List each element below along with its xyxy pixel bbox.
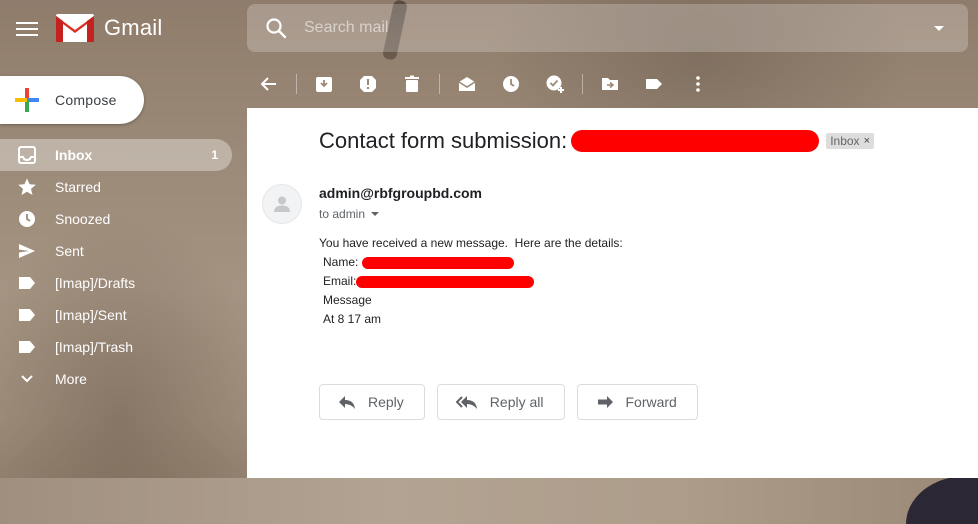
sidebar-nav: Inbox 1 Starred Snoozed Sent [Imap]/Draf… (0, 139, 232, 395)
reply-all-icon (455, 396, 477, 409)
gmail-m-icon (56, 14, 94, 42)
sidebar-item-sent[interactable]: Sent (0, 235, 232, 267)
message-subject: Contact form submission: (319, 128, 568, 153)
sidebar-item-label: Inbox (55, 147, 93, 163)
add-task-icon (546, 75, 564, 93)
forward-label: Forward (625, 394, 677, 410)
more-options-button[interactable] (676, 66, 720, 102)
send-icon (19, 244, 35, 258)
snooze-button[interactable] (489, 66, 533, 102)
search-options-caret-icon[interactable] (934, 25, 944, 31)
report-spam-button[interactable] (346, 66, 390, 102)
label-icon (19, 277, 35, 289)
delete-button[interactable] (390, 66, 434, 102)
reply-icon (339, 396, 355, 409)
forward-button[interactable]: Forward (576, 384, 698, 420)
gmail-logo[interactable]: Gmail (56, 14, 162, 42)
search-icon[interactable] (264, 16, 288, 40)
body-time-line: At 8 17 am (323, 312, 382, 326)
reply-label: Reply (368, 394, 404, 410)
redaction-mark (361, 256, 514, 269)
toolbar-divider (439, 74, 440, 94)
labels-button[interactable] (632, 66, 676, 102)
redaction-mark (571, 130, 820, 152)
search-bar[interactable] (247, 4, 968, 52)
move-to-icon (602, 78, 618, 90)
reply-all-label: Reply all (489, 394, 544, 410)
sidebar-item-imap-sent[interactable]: [Imap]/Sent (0, 299, 232, 331)
archive-button[interactable] (302, 66, 346, 102)
mark-unread-icon (458, 77, 476, 91)
main-menu-icon[interactable] (16, 18, 38, 38)
star-icon (18, 178, 36, 195)
plus-icon (15, 88, 39, 112)
sidebar-item-label: More (55, 371, 87, 387)
sidebar-item-label: Starred (55, 179, 101, 195)
inbox-label-chip[interactable]: Inbox × (826, 133, 874, 149)
sidebar-item-starred[interactable]: Starred (0, 171, 232, 203)
label-chip-text: Inbox (830, 134, 860, 148)
back-button[interactable] (247, 66, 291, 102)
redaction-mark (356, 275, 535, 288)
more-vert-icon (696, 76, 700, 92)
email-label: Email: (323, 274, 357, 288)
compose-button[interactable]: Compose (0, 76, 144, 124)
message-body: You have received a new message. Here ar… (319, 234, 623, 329)
background-strip (0, 478, 978, 524)
label-icon (19, 341, 35, 353)
add-task-button[interactable] (533, 66, 577, 102)
unread-count: 1 (211, 148, 218, 162)
sidebar-item-imap-trash[interactable]: [Imap]/Trash (0, 331, 232, 363)
sender-address: admin@rbfgroupbd.com (319, 185, 482, 201)
inbox-icon (18, 146, 36, 164)
label-icon (19, 309, 35, 321)
snooze-icon (503, 76, 519, 92)
app-name: Gmail (104, 15, 163, 40)
sidebar-item-label: [Imap]/Drafts (55, 275, 136, 291)
recipient-details-toggle[interactable]: to admin (319, 207, 380, 221)
forward-icon (597, 396, 613, 408)
caret-down-icon (371, 212, 380, 216)
compose-label: Compose (55, 92, 117, 108)
recipient-line: to admin (319, 207, 366, 221)
sidebar-item-inbox[interactable]: Inbox 1 (0, 139, 232, 171)
sidebar-item-imap-drafts[interactable]: [Imap]/Drafts (0, 267, 232, 299)
message-actions: Reply Reply all Forward (319, 384, 710, 420)
message-panel: Contact form submission: Inbox × admin@r… (247, 108, 978, 478)
toolbar-divider (582, 74, 583, 94)
chevron-down-icon (21, 375, 33, 383)
sidebar-item-snoozed[interactable]: Snoozed (0, 203, 232, 235)
reply-button[interactable]: Reply (319, 384, 425, 420)
toolbar-divider (296, 74, 297, 94)
body-intro: You have received a new message. Here ar… (319, 236, 623, 250)
sidebar-item-label: [Imap]/Trash (55, 339, 134, 355)
subject-row: Contact form submission: Inbox × (319, 128, 874, 154)
sidebar-item-label: Snoozed (55, 211, 111, 227)
labels-icon (646, 79, 662, 89)
back-arrow-icon (260, 77, 276, 91)
body-message-label: Message (323, 293, 372, 307)
name-label: Name: (323, 255, 362, 269)
reply-all-button[interactable]: Reply all (436, 384, 565, 420)
sidebar-item-more[interactable]: More (0, 363, 232, 395)
message-toolbar (247, 66, 720, 102)
delete-icon (405, 75, 419, 92)
search-input[interactable] (304, 19, 934, 37)
clock-icon (19, 211, 35, 227)
sender-avatar[interactable] (262, 184, 302, 224)
mark-unread-button[interactable] (445, 66, 489, 102)
move-to-button[interactable] (588, 66, 632, 102)
remove-label-icon[interactable]: × (864, 135, 870, 147)
report-spam-icon (360, 76, 376, 92)
sidebar-item-label: Sent (55, 243, 84, 259)
archive-icon (316, 77, 332, 92)
body-name-line: Name: (319, 253, 623, 272)
body-email-line: Email: (319, 272, 623, 291)
sidebar-item-label: [Imap]/Sent (55, 307, 127, 323)
person-icon (274, 196, 290, 212)
